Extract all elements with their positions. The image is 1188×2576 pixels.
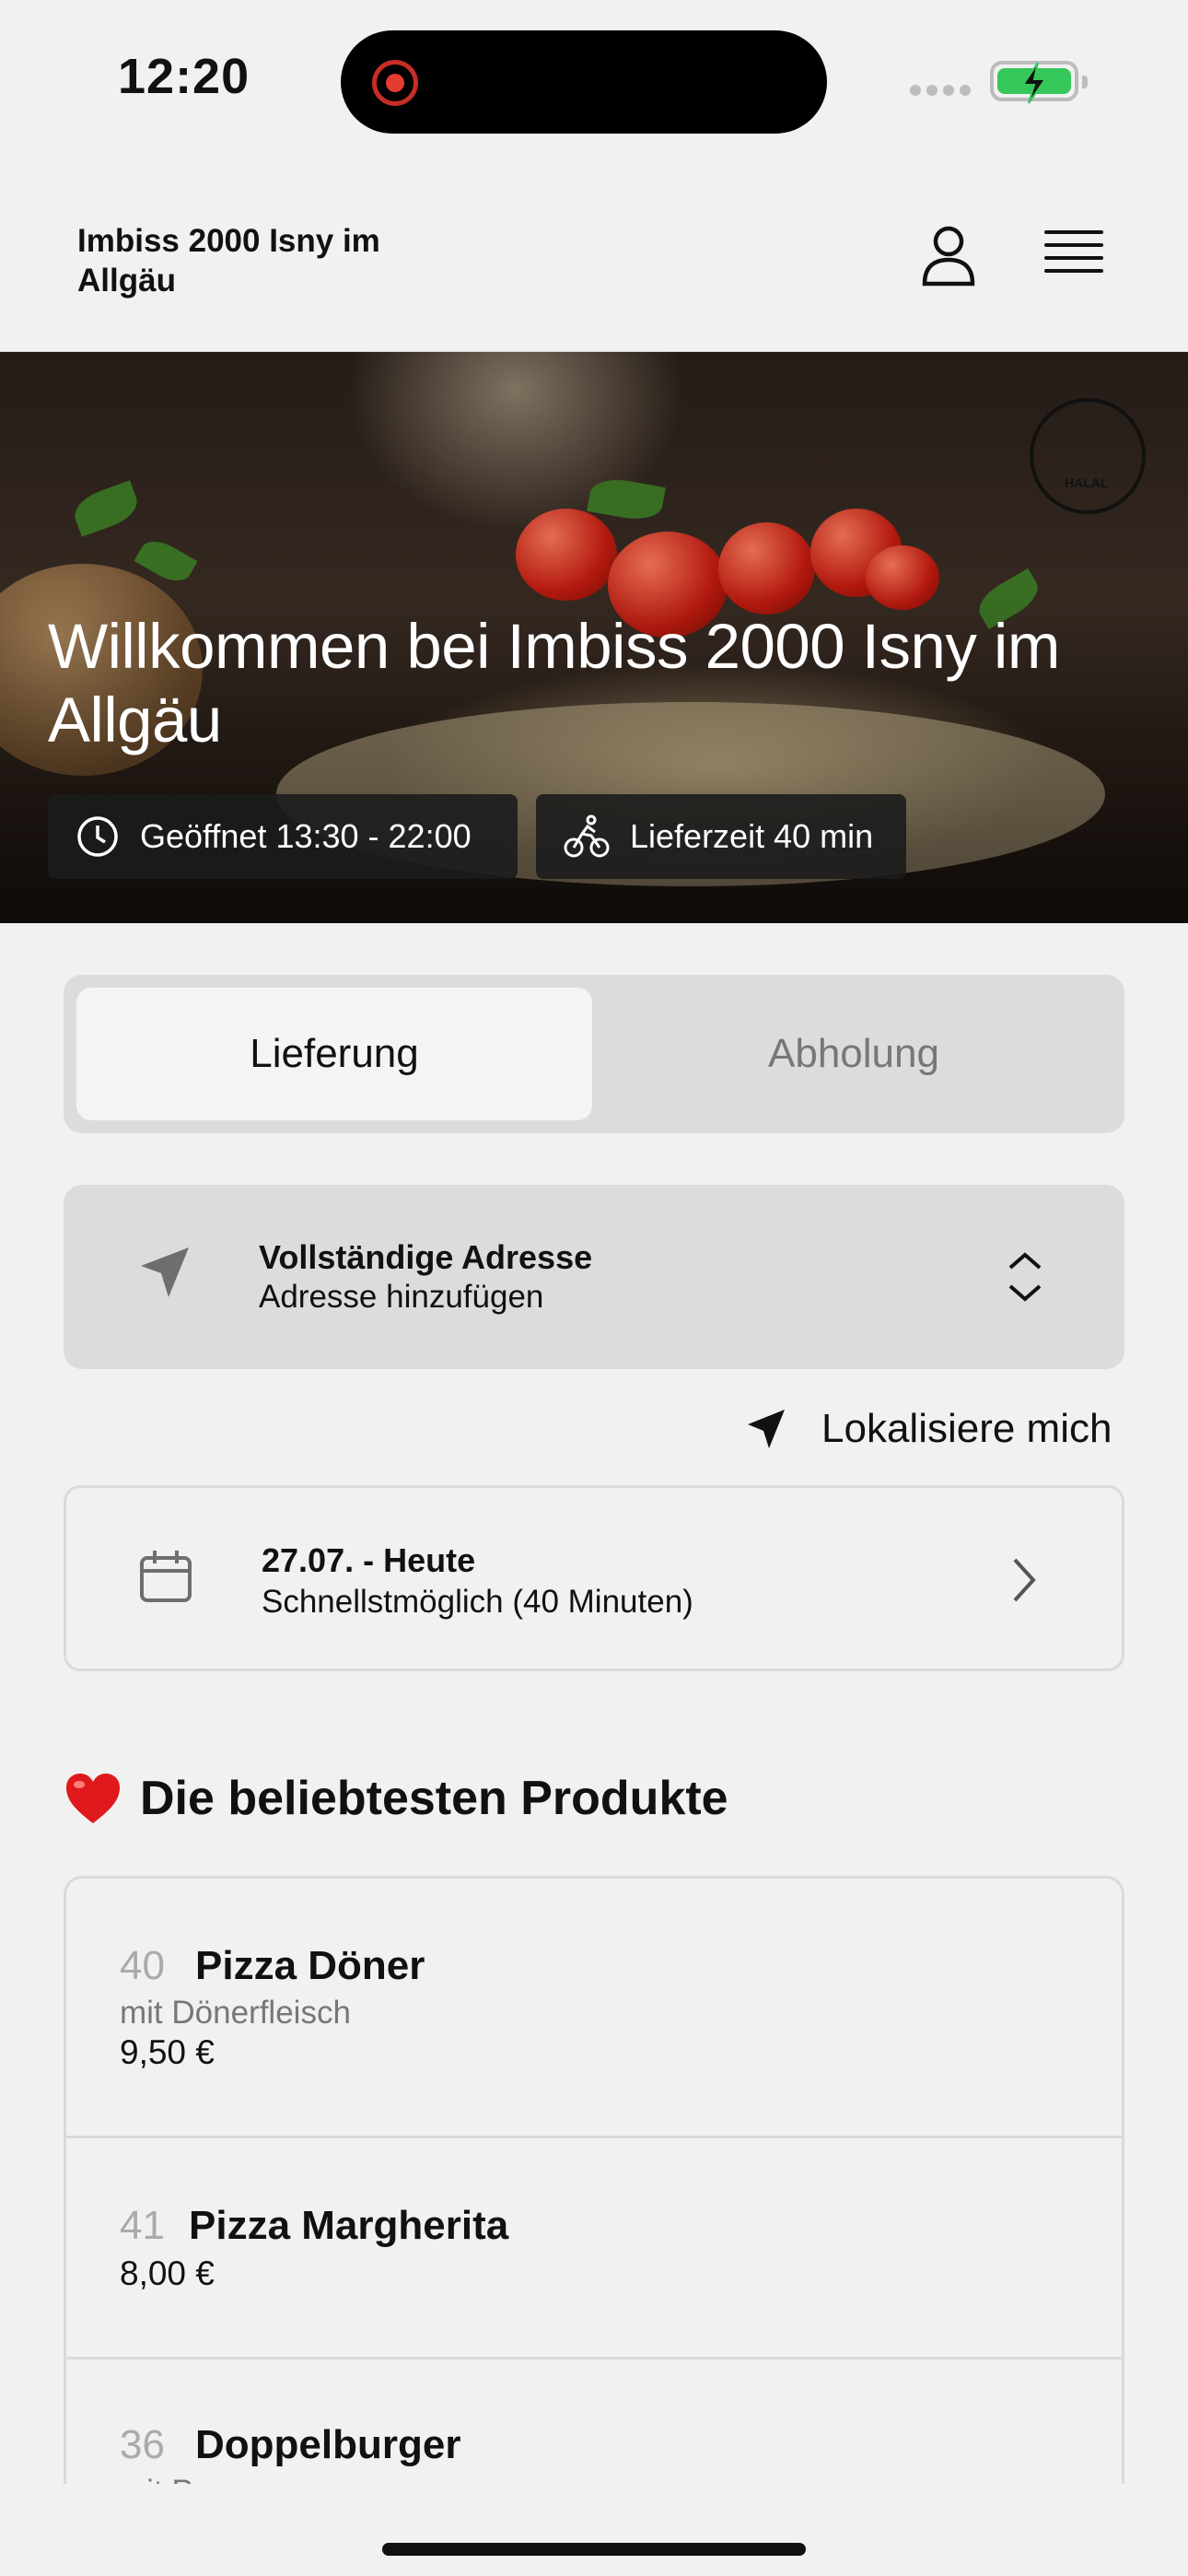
address-selector[interactable]: Vollständige Adresse Adresse hinzufügen [64, 1185, 1124, 1369]
address-subtitle: Adresse hinzufügen [259, 1279, 544, 1315]
home-indicator[interactable] [382, 2543, 806, 2556]
popular-products-heading: Die beliebtesten Produkte [64, 1765, 728, 1832]
screen-recording-icon [372, 60, 418, 106]
schedule-time: Schnellstmöglich (40 Minuten) [262, 1584, 693, 1620]
product-name: Pizza Döner [195, 1943, 425, 1988]
heart-icon [66, 1774, 120, 1823]
dynamic-island [341, 30, 827, 134]
cellular-signal-icon [910, 85, 973, 98]
product-price: 9,50 € [120, 2033, 215, 2071]
schedule-selector[interactable]: 27.07. - Heute Schnellstmöglich (40 Minu… [64, 1485, 1124, 1671]
clock-icon [77, 816, 118, 857]
delivery-time-text: Lieferzeit 40 min [630, 817, 874, 855]
product-number: 40 [120, 1943, 165, 1988]
hero-banner: HALAL Willkommen bei Imbiss 2000 Isny im… [0, 352, 1188, 923]
chevron-right-icon [1013, 1558, 1036, 1602]
location-arrow-icon [748, 1410, 785, 1448]
product-item[interactable]: 41 Pizza Margherita 8,00 € [66, 2138, 1122, 2359]
hamburger-menu-icon[interactable] [1041, 223, 1107, 289]
product-price: 8,00 € [120, 2254, 215, 2292]
halal-logo: HALAL [1030, 398, 1146, 514]
product-name: Doppelburger [195, 2422, 461, 2467]
product-name: Pizza Margherita [189, 2203, 509, 2248]
app-header: Imbiss 2000 Isny im Allgäu [0, 166, 1188, 352]
section-title: Die beliebtesten Produkte [140, 1772, 728, 1825]
tab-pickup[interactable]: Abholung [596, 988, 1112, 1120]
opening-hours-badge: Geöffnet 13:30 - 22:00 [48, 794, 518, 879]
battery-charging-icon [990, 61, 1088, 104]
bicycle-courier-icon [564, 814, 610, 858]
restaurant-name[interactable]: Imbiss 2000 Isny im Allgäu [77, 221, 464, 300]
tab-delivery[interactable]: Lieferung [76, 988, 592, 1120]
calendar-icon [140, 1551, 192, 1602]
hero-title: Willkommen bei Imbiss 2000 Isny im Allgä… [48, 611, 1060, 755]
status-time: 12:20 [118, 49, 250, 104]
chevron-up-down-icon [1008, 1252, 1042, 1302]
location-arrow-icon [141, 1247, 189, 1297]
product-item[interactable]: 40 Pizza Döner mit Dönerfleisch 9,50 € [66, 1879, 1122, 2138]
address-title: Vollständige Adresse [259, 1238, 593, 1276]
product-number: 41 [120, 2203, 165, 2248]
order-mode-toggle: Lieferung Abholung [64, 975, 1124, 1133]
delivery-time-badge: Lieferzeit 40 min [536, 794, 906, 879]
schedule-date: 27.07. - Heute [262, 1541, 476, 1579]
product-description: mit Pommes [120, 2474, 298, 2484]
product-description: mit Dönerfleisch [120, 1995, 351, 2031]
locate-me-label: Lokalisiere mich [821, 1406, 1112, 1451]
locate-me-button[interactable]: Lokalisiere mich [746, 1400, 1125, 1458]
user-account-icon[interactable] [912, 219, 985, 293]
product-number: 36 [120, 2422, 165, 2467]
popular-products-list: 40 Pizza Döner mit Dönerfleisch 9,50 € 4… [64, 1876, 1124, 2484]
product-item[interactable]: 36 Doppelburger mit Pommes [66, 2359, 1122, 2484]
opening-hours-text: Geöffnet 13:30 - 22:00 [140, 817, 472, 855]
status-bar: 12:20 [0, 0, 1188, 166]
